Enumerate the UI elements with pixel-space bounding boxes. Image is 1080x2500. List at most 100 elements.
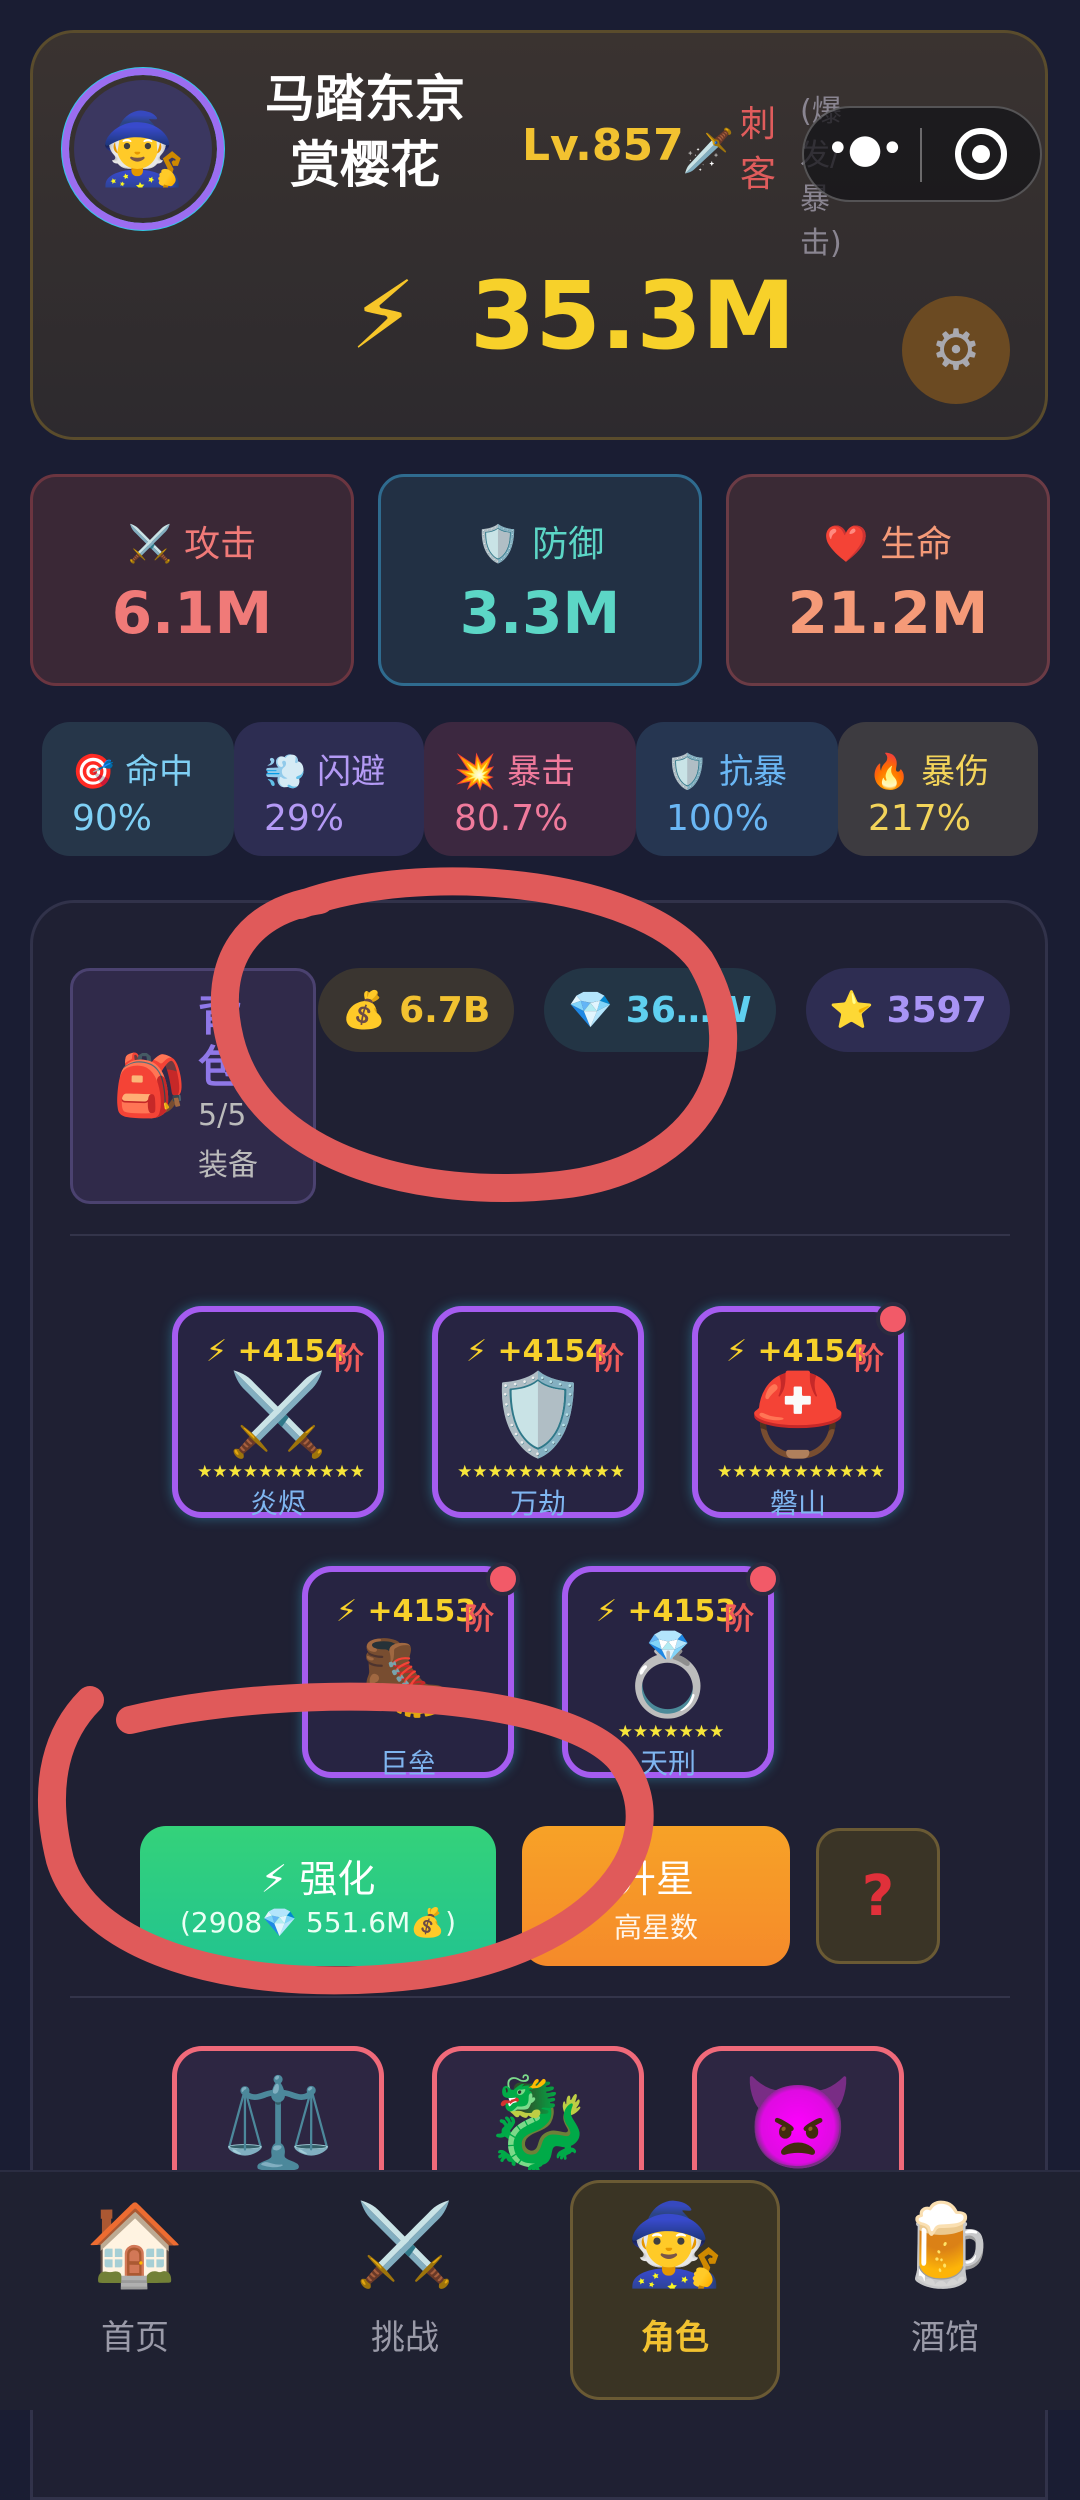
upstar-button[interactable]: 升星 高星数 — [522, 1826, 790, 1966]
substat-label: 暴击 — [507, 752, 576, 792]
bolt-icon: ⚡ — [336, 1594, 358, 1629]
backpack-button[interactable] — [70, 968, 316, 1204]
equipment-slot-helmet[interactable]: ⚡ +4154 阶 ⛑️ ★★★★★★★★★★★ 磐山 — [692, 1306, 904, 1520]
relic-slot[interactable]: ⚖️ — [172, 2046, 384, 2186]
tab-tavern[interactable]: 🍺 酒馆 — [845, 2190, 1045, 2359]
section-divider — [70, 1234, 1010, 1236]
dash-icon: 💨 — [264, 752, 307, 792]
substat-crit: 💥 暴击 80.7% — [424, 722, 636, 856]
dragon-icon: 🐉 — [481, 2071, 595, 2176]
slot-power: +4154 — [497, 1334, 607, 1369]
avatar[interactable]: 🧙 — [68, 74, 218, 224]
devil-icon: 👿 — [741, 2071, 855, 2176]
player-name-line2: 赏樱花 — [290, 136, 440, 194]
equipment-slot-weapon[interactable]: ⚡ +4154 阶 ⚔️ ★★★★★★★★★★★ 炎烬 — [172, 1306, 384, 1520]
shield-icon: 🛡️ — [666, 752, 709, 792]
ring-icon: 💍 — [618, 1628, 718, 1721]
slot-power: +4154 — [757, 1334, 867, 1369]
boot-icon: 🥾 — [358, 1628, 458, 1721]
tab-label: 角色 — [641, 2318, 709, 2358]
substat-hit: 🎯 命中 90% — [42, 722, 234, 856]
slot-name: 磐山 — [769, 1487, 826, 1520]
star-balance: ⭐ 3597 — [806, 968, 1010, 1052]
tab-character[interactable]: 🧙 角色 — [575, 2190, 775, 2359]
tab-home[interactable]: 🏠 首页 — [35, 2190, 235, 2359]
backpack-title: 背包 — [198, 990, 242, 1093]
close-miniprogram-icon[interactable] — [955, 128, 1007, 180]
strengthen-cost: (2908💎 551.6M💰) — [179, 1906, 457, 1939]
star-value: 3597 — [886, 989, 987, 1031]
diamond-icon: 💎 — [568, 990, 614, 1031]
shield-icon: 🛡️ — [475, 524, 521, 565]
substat-value: 217% — [868, 798, 971, 839]
player-name: 马踏东京 赏樱花 — [230, 66, 500, 198]
section-divider — [70, 1996, 1010, 1998]
substat-value: 29% — [264, 798, 345, 839]
bolt-icon: ⚡ — [466, 1334, 488, 1369]
slot-name: 炎烬 — [249, 1487, 306, 1520]
capsule-divider — [920, 128, 922, 182]
bolt-icon: ⚡ — [726, 1334, 748, 1369]
substat-label: 命中 — [125, 752, 194, 792]
substat-label: 抗暴 — [719, 752, 788, 792]
stat-label: 攻击 — [184, 524, 257, 565]
player-level: Lv.857 — [522, 120, 684, 171]
helmet-icon: ⛑️ — [748, 1368, 848, 1461]
bolt-icon: ⚡ — [260, 1857, 288, 1901]
beer-mug-icon: 🍺 — [895, 2198, 995, 2291]
dagger-icon: 🗡️ — [682, 126, 735, 175]
slot-stars: ★★★★★★★★★★★ — [717, 1462, 885, 1482]
substat-value: 100% — [666, 798, 769, 839]
star-icon: ⭐ — [829, 990, 875, 1031]
stat-label: 生命 — [880, 524, 953, 565]
stat-card-health: ❤️ 生命 21.2M — [726, 474, 1050, 686]
fire-icon: 🔥 — [868, 752, 911, 792]
crossed-swords-icon: ⚔️ — [228, 1368, 328, 1461]
upstar-label: 升星 — [617, 1857, 694, 1901]
substat-label: 暴伤 — [921, 752, 990, 792]
more-menu-icon[interactable]: •●• — [826, 126, 904, 172]
tab-label: 首页 — [101, 2318, 169, 2358]
slot-stars: ★★★★★★★★★★★ — [457, 1462, 625, 1482]
slot-stars: ★★★★★★★★★★★ — [197, 1462, 365, 1482]
slot-name: 万劫 — [509, 1487, 566, 1520]
help-button[interactable]: ? — [816, 1828, 940, 1964]
combat-power: 35.3M — [470, 262, 796, 371]
slot-stars: ★★★★★★★ — [617, 1722, 725, 1742]
backpack-count: 5/5 — [198, 1098, 247, 1133]
crossed-swords-icon: ⚔️ — [355, 2198, 455, 2291]
heart-icon: ❤️ — [823, 524, 869, 565]
diamond-value: 36…W — [625, 989, 752, 1031]
equipment-slot-ring[interactable]: ⚡ +4153 阶 💍 ★★★★★★★ 天刑 — [562, 1566, 774, 1780]
tab-challenge[interactable]: ⚔️ 挑战 — [305, 2190, 505, 2359]
scales-icon: ⚖️ — [221, 2071, 335, 2176]
strengthen-label: 强化 — [299, 1857, 376, 1901]
player-class: 刺客 — [740, 104, 777, 195]
bolt-icon: ⚡ — [596, 1594, 618, 1629]
equipment-slot-armor[interactable]: ⚡ +4154 阶 🛡️ ★★★★★★★★★★★ 万劫 — [432, 1306, 644, 1520]
relic-slot[interactable]: 👿 — [692, 2046, 904, 2186]
stat-card-attack: ⚔️ 攻击 6.1M — [30, 474, 354, 686]
equipment-slot-boots[interactable]: ⚡ +4153 阶 🥾 巨垒 — [302, 1566, 514, 1780]
explosion-icon: 💥 — [454, 752, 497, 792]
substat-dodge: 💨 闪避 29% — [234, 722, 424, 856]
relic-slot[interactable]: 🐉 — [432, 2046, 644, 2186]
player-name-line1: 马踏东京 — [265, 70, 465, 128]
swords-icon: ⚔️ — [127, 524, 173, 565]
bolt-icon: ⚡ — [206, 1334, 228, 1369]
slot-name: 天刑 — [639, 1747, 696, 1780]
substat-crit-resist: 🛡️ 抗暴 100% — [636, 722, 838, 856]
slot-power: +4154 — [237, 1334, 347, 1369]
shield-icon: 🛡️ — [488, 1368, 588, 1461]
tab-label: 酒馆 — [911, 2318, 979, 2358]
wizard-icon: 🧙 — [99, 107, 187, 190]
strengthen-button[interactable]: ⚡ 强化 (2908💎 551.6M💰) — [140, 1826, 496, 1966]
money-bag-icon: 💰 — [341, 990, 387, 1031]
settings-gear-icon[interactable]: ⚙ — [902, 296, 1010, 404]
stat-value: 21.2M — [787, 579, 989, 647]
stat-value: 3.3M — [459, 579, 621, 647]
substat-label: 闪避 — [317, 752, 386, 792]
power-bolt-icon: ⚡ — [350, 262, 417, 371]
gold-value: 6.7B — [399, 989, 491, 1031]
substat-value: 90% — [72, 798, 153, 839]
